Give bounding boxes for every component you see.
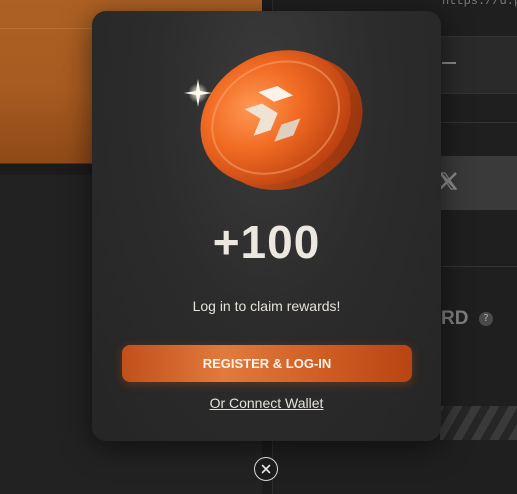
background-field-value: [442, 62, 456, 64]
background-url-text: https://d.p.: [442, 0, 517, 8]
background-separator: [440, 266, 517, 267]
connect-wallet-link[interactable]: Or Connect Wallet: [92, 395, 441, 411]
reward-amount: +100: [212, 216, 321, 268]
register-login-button[interactable]: REGISTER & LOG-IN: [122, 345, 412, 382]
x-logo-icon: [438, 168, 458, 198]
reward-modal: +100 Log in to claim rewards! REGISTER &…: [92, 11, 441, 441]
modal-subtitle: Log in to claim rewards!: [192, 298, 341, 314]
close-button[interactable]: [254, 457, 278, 481]
background-section-title: RD: [441, 308, 469, 329]
background-field: [440, 36, 517, 94]
help-icon[interactable]: ?: [479, 312, 493, 326]
coin-logo-icon: [172, 23, 372, 208]
close-icon: [261, 464, 271, 474]
background-striped-bar: [440, 406, 517, 440]
background-separator: [440, 122, 517, 123]
